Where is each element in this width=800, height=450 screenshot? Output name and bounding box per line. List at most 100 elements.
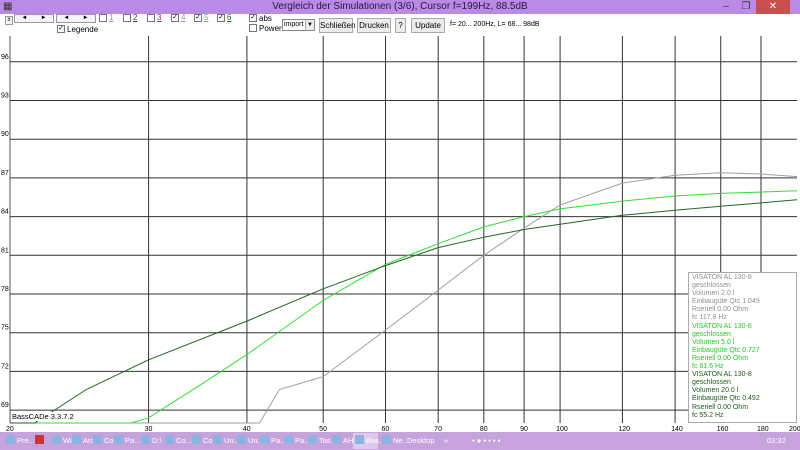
taskbar-item[interactable]: Pre...	[4, 433, 35, 449]
legend-line: geschlossen	[692, 379, 731, 387]
chart-legend: VISATON AL 130-8 geschlossen Volumen 2.0 l…	[688, 272, 797, 423]
help-button[interactable]: ?	[395, 18, 406, 33]
y-tick-label: 72	[1, 363, 9, 370]
taskbar-item[interactable]: AH...	[330, 433, 360, 449]
taskbar-item[interactable]: Co...	[190, 433, 219, 449]
app-icon	[114, 435, 123, 444]
taskbar-item[interactable]: Pa...	[282, 433, 310, 449]
legend-line: VISATON AL 130-8	[692, 322, 752, 330]
mode-select-value: import	[284, 21, 304, 28]
legend-line: fc 55.2 Hz	[692, 411, 724, 419]
app-icon	[237, 435, 246, 444]
y-tick-label: 81	[1, 247, 9, 254]
app-icon	[260, 435, 269, 444]
taskbar-item[interactable]: Pa...	[112, 433, 140, 449]
series-4-checkbox[interactable]: ✓	[171, 14, 179, 22]
series-1-label: 1	[109, 13, 114, 22]
legend-line: Rseriell 0.00 Ohm	[692, 403, 749, 411]
taskbar-item-label: D:\	[152, 436, 162, 445]
y-tick-label: 87	[1, 170, 9, 177]
window-title: Vergleich der Simulationen (3/6), Cursor…	[272, 1, 528, 12]
app-icon	[93, 435, 102, 444]
app-icon	[6, 435, 15, 444]
y-tick-label: 90	[1, 131, 9, 138]
legend-line: Volumen 20.0 l	[692, 387, 739, 395]
series-6-checkbox[interactable]: ✓	[217, 14, 225, 22]
legend-line: Einbaugüte Qtc 0.492	[692, 395, 760, 403]
abs-checkbox[interactable]: ✓	[249, 14, 257, 22]
legend-line: Rseriell 0.00 Ohm	[692, 306, 749, 314]
series-line-3	[10, 199, 798, 424]
app-icon	[72, 435, 81, 444]
taskbar-item[interactable]: Wi...	[50, 433, 78, 449]
overflow-chevron[interactable]: »	[442, 433, 448, 449]
series-1-checkbox[interactable]	[99, 14, 107, 22]
legend-line: VISATON AL 130-8	[692, 371, 752, 379]
app-icon	[355, 435, 364, 444]
desktop-toolbar[interactable]: Desktop	[405, 433, 435, 449]
y-tick-label: 69	[1, 402, 9, 409]
series-2-label: 2	[133, 13, 138, 22]
frequency-response-chart[interactable]: 6972757881848790939620 30 40 50 60 70 80 90 100 1…	[0, 36, 800, 432]
series-5-label: 5	[204, 13, 209, 22]
app-icon	[141, 435, 150, 444]
range-text: f= 20... 200Hz, L= 68... 98dB	[450, 21, 540, 28]
y-tick-label: 93	[1, 93, 9, 100]
maximize-button[interactable]: ❐	[736, 0, 756, 14]
legend-line: Rseriell 0.00 Ohm	[692, 354, 749, 362]
series-3-checkbox[interactable]	[147, 14, 155, 22]
mode-select[interactable]: import ▼	[282, 19, 315, 31]
chevron-down-icon: ▼	[305, 20, 314, 30]
scrollbar-2[interactable]: ◄ ►	[56, 14, 96, 23]
legend-line: geschlossen	[692, 282, 731, 290]
zoom-toggle-button[interactable]: ±	[5, 16, 13, 25]
app-icon	[192, 435, 201, 444]
clock[interactable]: 03:32	[765, 433, 786, 449]
taskbar-item[interactable]: Ne...	[380, 433, 409, 449]
scrollbar-1[interactable]: ◄ ►	[14, 14, 54, 23]
minimize-button[interactable]: –	[716, 0, 736, 14]
taskbar-item[interactable]: Co...	[91, 433, 120, 449]
close-button[interactable]: ✕	[756, 0, 790, 14]
power-label: Power	[259, 24, 282, 33]
legend-line: Einbaugüte Qtc 1.049	[692, 298, 760, 306]
taskbar-item[interactable]: Pa...	[258, 433, 286, 449]
legend-line: fc 117.8 Hz	[692, 314, 727, 322]
taskbar-item[interactable]	[33, 433, 48, 449]
app-icon	[284, 435, 293, 444]
app-icon	[35, 435, 44, 444]
legende-checkbox[interactable]: ✓	[57, 25, 65, 33]
print-button[interactable]: Drucken	[357, 18, 391, 33]
update-button[interactable]: Update	[411, 18, 445, 33]
taskbar: Pre... Wi... Arc... Co... Pa... D:\ Co... Co...…	[0, 432, 800, 450]
legend-line: fc 81.6 Hz	[692, 363, 724, 371]
y-tick-label: 75	[1, 325, 9, 332]
app-icon	[332, 435, 341, 444]
app-icon	[382, 435, 391, 444]
series-4-label: 4	[181, 13, 186, 22]
app-icon	[165, 435, 174, 444]
legend-line: VISATON AL 130-8	[692, 274, 752, 281]
legend-line: geschlossen	[692, 330, 731, 338]
abs-label: abs	[259, 14, 272, 23]
taskbar-item[interactable]: Bas...	[353, 433, 385, 449]
power-checkbox[interactable]	[249, 24, 257, 32]
version-label: BassCADe 3.3.7.2	[12, 412, 74, 421]
series-5-checkbox[interactable]: ✓	[194, 14, 202, 22]
legend-line: Volumen 5.0 l	[692, 338, 735, 346]
app-icon	[308, 435, 317, 444]
y-tick-label: 78	[1, 286, 9, 293]
taskbar-item[interactable]: Co...	[163, 433, 192, 449]
taskbar-item[interactable]: Un...	[235, 433, 264, 449]
series-2-checkbox[interactable]	[123, 14, 131, 22]
taskbar-item[interactable]: D:\	[139, 433, 162, 449]
legend-line: Einbaugüte Qtc 0.727	[692, 346, 760, 354]
taskbar-item[interactable]: Arc...	[70, 433, 101, 449]
y-tick-label: 96	[1, 54, 9, 61]
taskbar-item[interactable]: Un...	[211, 433, 240, 449]
series-3-label: 3	[157, 13, 162, 22]
close-dialog-button[interactable]: Schließen	[319, 18, 356, 33]
taskbar-item[interactable]: Tas...	[306, 433, 337, 449]
series-line-2	[10, 190, 798, 424]
tray-icons[interactable]: ▪ ● ▪ ▪ ▪ ▪	[470, 433, 530, 449]
